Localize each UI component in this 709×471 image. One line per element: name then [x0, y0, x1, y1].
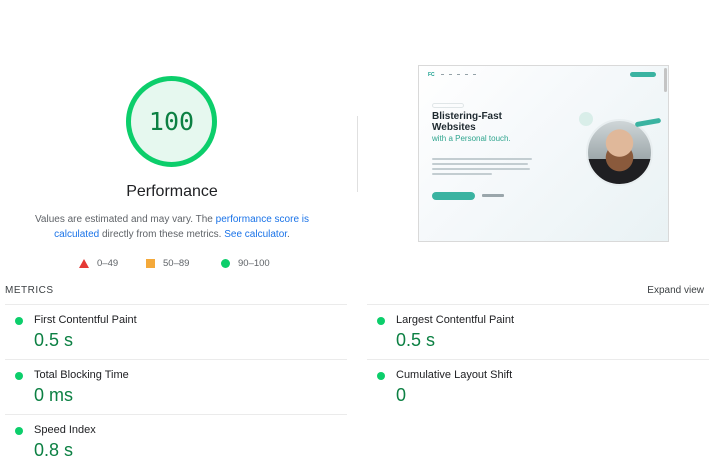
- description-text-middle: directly from these metrics.: [99, 229, 225, 240]
- headline-line-3: with a Personal touch.: [432, 134, 511, 143]
- circle-icon: [221, 258, 230, 268]
- metric-name: Total Blocking Time: [34, 369, 129, 381]
- metric-value: 0.5 s: [34, 330, 74, 350]
- metric-value: 0 ms: [34, 385, 74, 405]
- site-nav-cta: [630, 72, 656, 77]
- pass-circle-icon: [377, 317, 385, 325]
- metric-value: 0: [396, 385, 407, 405]
- legend-item-pass: 90–100: [221, 257, 270, 269]
- final-screenshot-thumbnail[interactable]: FC ▬ ▬ ▬ ▬ ▬ Blistering-Fast Websites with a…: [418, 65, 669, 242]
- site-badge: [432, 103, 464, 108]
- score-value: 100: [148, 107, 195, 136]
- metric-cumulative-layout-shift[interactable]: Cumulative Layout Shift 0: [367, 359, 709, 414]
- metric-speed-index[interactable]: Speed Index 0.8 s: [5, 414, 347, 469]
- description-text-end: .: [287, 229, 290, 240]
- profile-photo: [586, 119, 653, 186]
- pass-circle-icon: [15, 317, 23, 325]
- headline-line-1: Blistering-Fast: [432, 111, 503, 122]
- metric-name: Largest Contentful Paint: [396, 314, 515, 326]
- decorative-glow: [579, 112, 593, 126]
- metric-value: 0.8 s: [34, 440, 74, 460]
- legend-item-average: 50–89: [146, 257, 189, 269]
- performance-score-gauge[interactable]: 100: [124, 74, 219, 169]
- legend-item-fail: 0–49: [79, 257, 118, 269]
- site-paragraph: [432, 158, 532, 178]
- headline-line-2: Websites: [432, 122, 476, 133]
- legend-label-average: 50–89: [163, 257, 190, 269]
- photo-tag: [634, 117, 662, 128]
- metric-total-blocking-time[interactable]: Total Blocking Time 0 ms: [5, 359, 347, 414]
- score-description: Values are estimated and may vary. The p…: [22, 212, 322, 242]
- pass-circle-icon: [15, 427, 23, 435]
- site-headline: Blistering-Fast Websites with a Personal…: [432, 111, 511, 144]
- category-title: Performance: [126, 183, 218, 200]
- triangle-icon: [79, 258, 89, 268]
- metric-value: 0.5 s: [396, 330, 436, 350]
- thumbnail-scrollbar: [664, 68, 667, 92]
- metric-name: Cumulative Layout Shift: [396, 369, 513, 381]
- vertical-divider: [357, 116, 358, 192]
- site-primary-button: [432, 192, 475, 200]
- metric-name: Speed Index: [34, 424, 96, 436]
- metric-name: First Contentful Paint: [34, 314, 137, 326]
- score-legend: 0–49 50–89 90–100: [0, 257, 344, 269]
- site-secondary-link: [482, 194, 504, 197]
- expand-view-toggle[interactable]: Expand view: [647, 285, 704, 296]
- square-icon: [146, 258, 155, 268]
- metrics-heading: METRICS: [5, 285, 54, 296]
- pass-circle-icon: [15, 372, 23, 380]
- legend-label-fail: 0–49: [97, 257, 119, 269]
- metric-first-contentful-paint[interactable]: First Contentful Paint 0.5 s: [5, 304, 347, 359]
- metric-largest-contentful-paint[interactable]: Largest Contentful Paint 0.5 s: [367, 304, 709, 359]
- legend-label-pass: 90–100: [238, 257, 270, 269]
- site-logo: FC: [428, 72, 435, 78]
- pass-circle-icon: [377, 372, 385, 380]
- see-calculator-link[interactable]: See calculator: [224, 229, 287, 240]
- site-nav-links: ▬ ▬ ▬ ▬ ▬: [441, 72, 476, 76]
- description-text: Values are estimated and may vary. The: [34, 214, 216, 225]
